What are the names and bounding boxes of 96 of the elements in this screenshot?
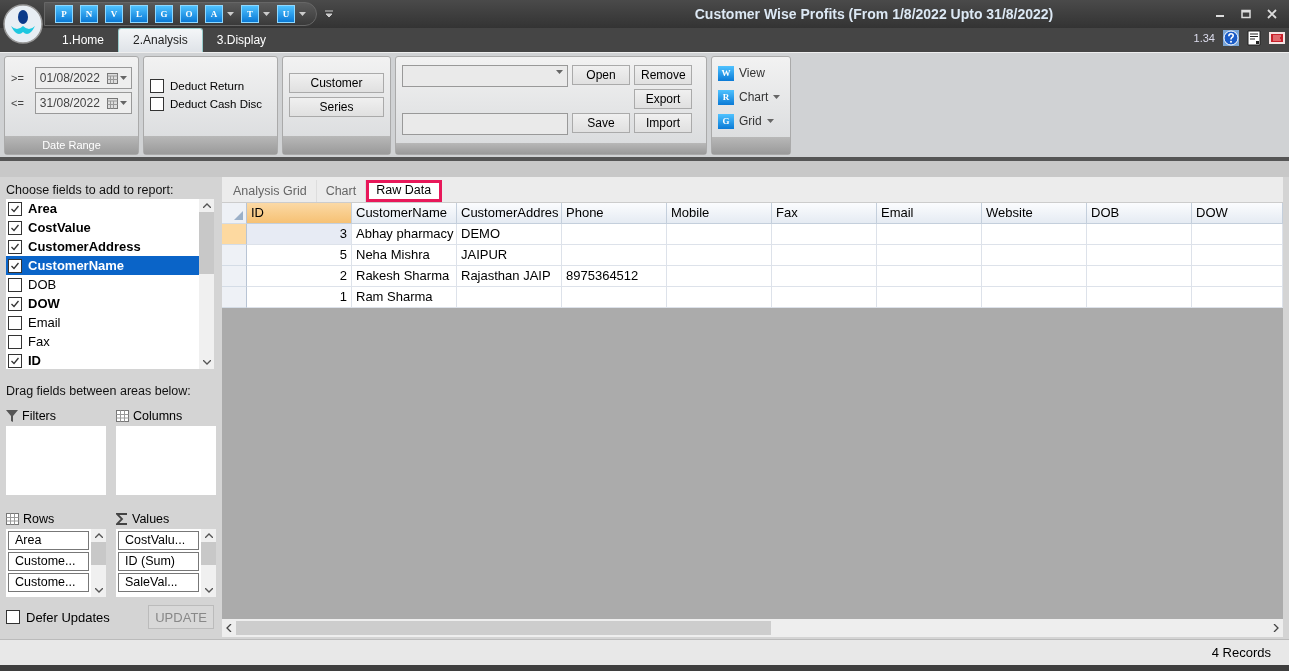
corner-triangle-icon: [234, 211, 243, 220]
checkbox-label: Deduct Cash Disc: [170, 98, 263, 110]
document-icon[interactable]: [1247, 30, 1261, 46]
maximize-icon[interactable]: [1241, 9, 1251, 19]
scrollbar[interactable]: [91, 529, 106, 597]
calendar-icon: [107, 97, 118, 109]
checkbox[interactable]: [8, 353, 22, 368]
ribbon-tab[interactable]: 1.Home: [48, 29, 119, 52]
field-chip[interactable]: ID (Sum): [118, 552, 199, 571]
group-by-button[interactable]: Series: [289, 97, 384, 117]
area-label: Filters: [22, 409, 57, 423]
field-chip[interactable]: CostValu...: [118, 531, 199, 550]
area-label: Values: [132, 512, 170, 526]
scroll-up-icon[interactable]: [204, 533, 213, 538]
ribbon-menu-button[interactable]: R Chart: [718, 87, 784, 107]
ribbon-tab[interactable]: 3.Display: [202, 29, 281, 52]
field-list-title: Choose fields to add to report:: [6, 183, 175, 197]
calendar-icon: [107, 72, 118, 84]
checkbox-label: Deduct Return: [170, 80, 245, 92]
operator-label: <=: [11, 97, 25, 109]
table-cell: 1: [247, 287, 352, 308]
horizontal-scrollbar[interactable]: [222, 619, 1283, 637]
operator-label: >=: [11, 72, 25, 84]
scroll-down-icon[interactable]: [202, 360, 211, 365]
scroll-up-icon[interactable]: [202, 203, 211, 208]
checkbox-label: Defer Updates: [26, 609, 110, 625]
field-item[interactable]: CustomerAddress: [6, 237, 199, 256]
group-caption: Date Range: [5, 136, 138, 154]
table-cell: Ram Sharma: [352, 287, 457, 308]
ribbon-menu-button[interactable]: W View: [718, 63, 784, 83]
scroll-down-icon[interactable]: [204, 588, 213, 593]
areas-hint: Drag fields between areas below:: [6, 384, 192, 398]
exit-icon[interactable]: [1269, 32, 1285, 44]
export-button[interactable]: Export: [634, 89, 692, 109]
checkbox[interactable]: [150, 79, 164, 93]
field-chip[interactable]: Custome...: [8, 552, 89, 571]
field-item[interactable]: DOW: [6, 294, 199, 313]
area-label: Columns: [133, 409, 183, 423]
group-by-button[interactable]: Customer: [289, 73, 384, 93]
grid-icon: [6, 513, 19, 525]
sigma-icon: [116, 513, 128, 525]
checkbox[interactable]: [8, 239, 22, 254]
checkbox[interactable]: [8, 334, 22, 349]
help-icon[interactable]: [1223, 30, 1239, 46]
open-button[interactable]: Open: [572, 65, 630, 85]
field-chip[interactable]: Custome...: [8, 573, 89, 592]
customize-toolbar-icon[interactable]: [325, 10, 333, 18]
field-item[interactable]: CostValue: [6, 218, 199, 237]
dropdown-caret-icon[interactable]: [299, 12, 306, 16]
column-header[interactable]: ID: [247, 203, 352, 224]
dropdown-caret-icon: [556, 70, 563, 74]
checkbox[interactable]: [8, 296, 22, 311]
dropdown-caret-icon[interactable]: [263, 12, 270, 16]
field-item[interactable]: Email: [6, 313, 199, 332]
field-item[interactable]: Fax: [6, 332, 199, 351]
checkbox[interactable]: [150, 97, 164, 111]
close-icon[interactable]: [1267, 9, 1277, 19]
view-tab[interactable]: Raw Data: [366, 180, 443, 202]
scroll-up-icon[interactable]: [94, 533, 103, 538]
field-item[interactable]: CustomerName: [6, 256, 199, 275]
window-title: Customer Wise Profits (From 1/8/2022 Upto 31/8/2022): [693, 6, 1055, 22]
ribbon-tab[interactable]: 2.Analysis: [118, 28, 203, 52]
caret-icon: [120, 101, 127, 105]
checkbox[interactable]: [8, 315, 22, 330]
checkbox[interactable]: [8, 220, 22, 235]
area-label: Rows: [23, 512, 55, 526]
field-chip[interactable]: Area: [8, 531, 89, 550]
field-item[interactable]: Area: [6, 199, 199, 218]
ribbon-menu-button[interactable]: G Grid: [718, 111, 784, 131]
grid-icon: [116, 410, 129, 422]
record-count: 4 Records: [1211, 645, 1271, 660]
layout-name-field[interactable]: [402, 113, 568, 135]
dropdown-caret-icon[interactable]: [227, 12, 234, 16]
checkbox[interactable]: [8, 201, 22, 216]
checkbox[interactable]: [6, 610, 20, 624]
import-button[interactable]: Import: [634, 113, 692, 133]
scroll-right-icon[interactable]: [1273, 624, 1279, 632]
field-item[interactable]: ID: [6, 351, 199, 370]
scrollbar[interactable]: [199, 199, 214, 369]
filter-icon: [6, 410, 18, 422]
date-field[interactable]: 31/08/2022: [34, 92, 132, 114]
caret-icon: [766, 119, 774, 123]
field-item[interactable]: DOB: [6, 275, 199, 294]
scroll-left-icon[interactable]: [226, 624, 232, 632]
checkbox[interactable]: [8, 277, 22, 292]
caret-icon: [120, 76, 127, 80]
caret-icon: [773, 95, 781, 99]
field-chip[interactable]: SaleVal...: [118, 573, 199, 592]
date-field[interactable]: 01/08/2022: [34, 67, 132, 89]
checkbox[interactable]: [8, 258, 22, 273]
remove-button[interactable]: Remove: [634, 65, 692, 85]
scrollbar[interactable]: [201, 529, 216, 597]
version-label: 1.34: [1193, 32, 1215, 44]
scroll-down-icon[interactable]: [94, 588, 103, 593]
save-button[interactable]: Save: [572, 113, 630, 133]
table-cell: 3: [247, 224, 352, 245]
